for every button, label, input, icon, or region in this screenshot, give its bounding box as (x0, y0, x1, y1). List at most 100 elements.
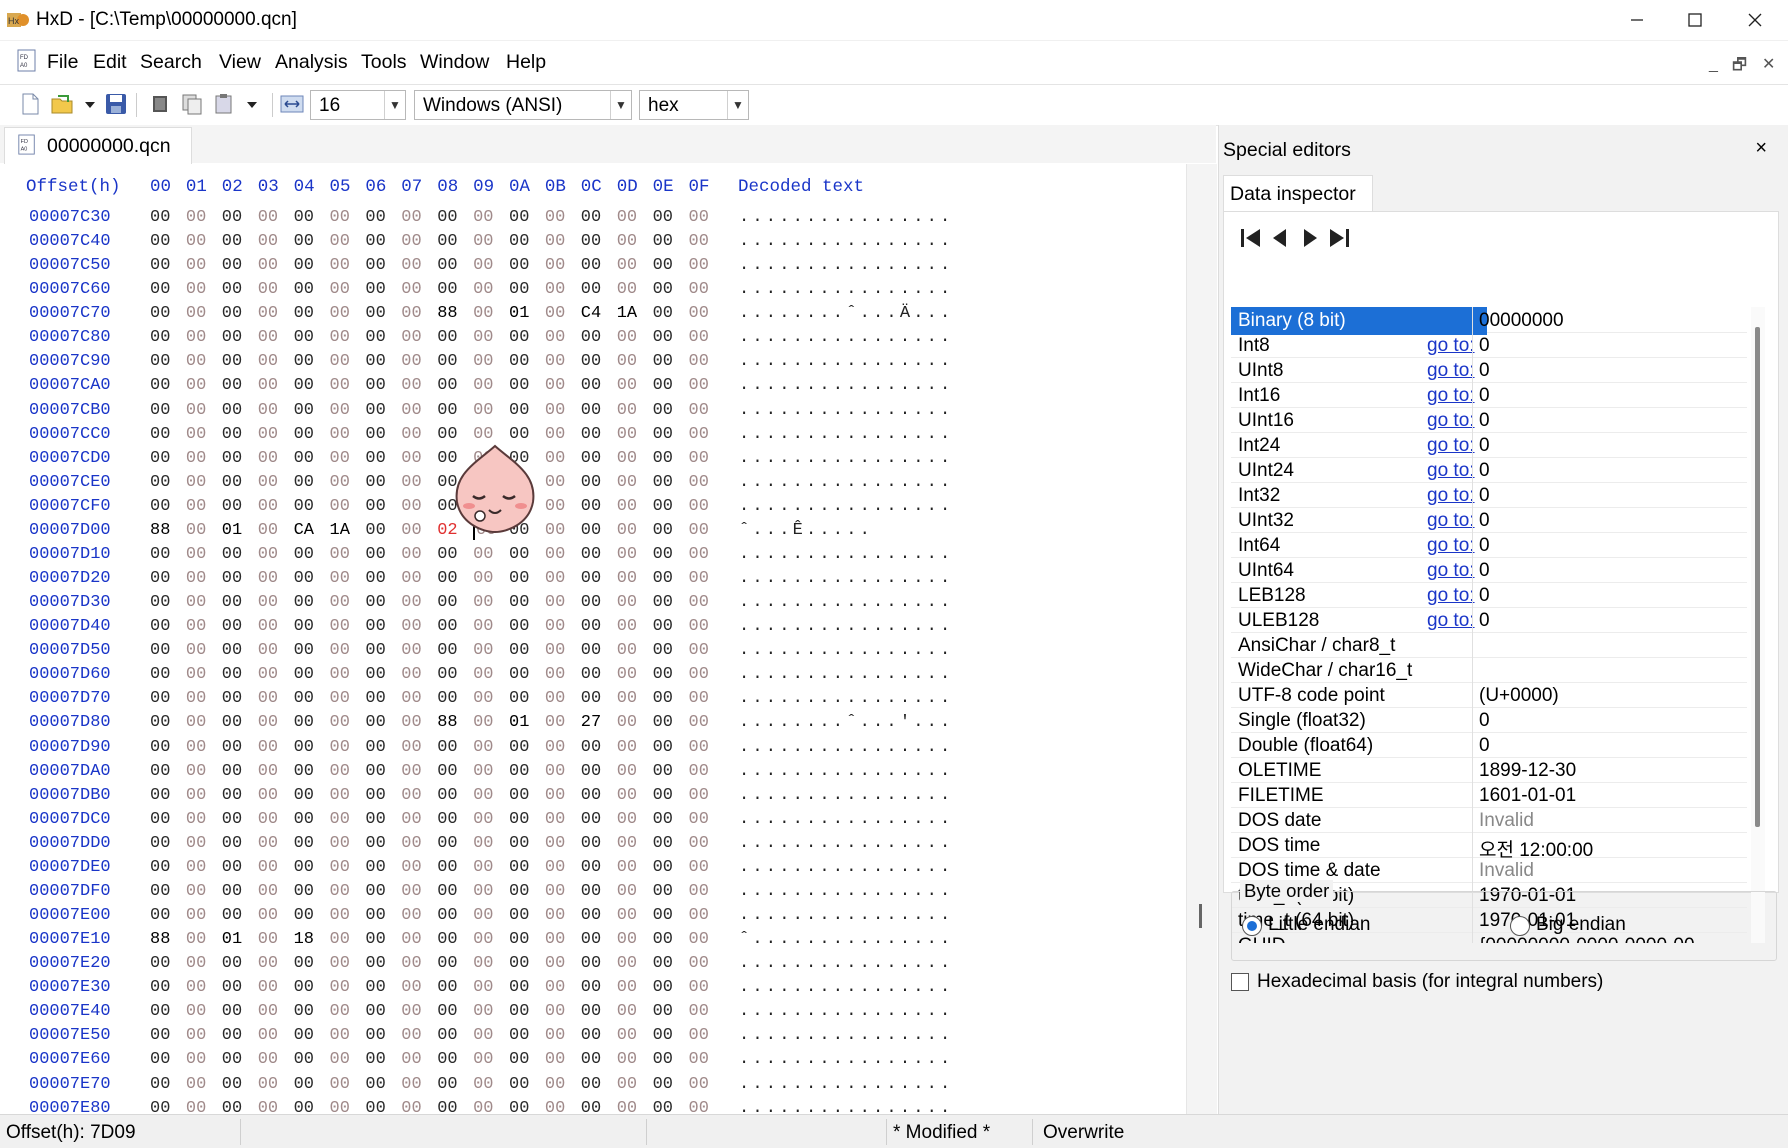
hex-byte[interactable]: 00 (509, 738, 529, 757)
hex-byte[interactable]: 00 (186, 617, 206, 636)
hex-byte[interactable]: 00 (186, 1002, 206, 1021)
mdi-restore-button[interactable]: 🗗 (1732, 54, 1747, 81)
hex-byte[interactable]: 00 (186, 1075, 206, 1094)
hex-byte[interactable]: 00 (186, 352, 206, 371)
hex-byte[interactable]: 00 (509, 930, 529, 949)
hex-byte[interactable]: 00 (258, 256, 278, 275)
mdi-minimize-button[interactable]: _ (1709, 56, 1718, 74)
charset-select[interactable]: Windows (ANSI) ▼ (414, 90, 632, 120)
hex-byte[interactable]: 00 (689, 713, 709, 732)
inspector-row[interactable]: Int8 go to: 0 (1231, 332, 1747, 358)
hex-byte[interactable]: 00 (689, 425, 709, 444)
hex-byte[interactable]: 00 (294, 401, 314, 420)
goto-link[interactable]: go to: (1427, 410, 1475, 432)
inspector-row[interactable]: DOS time 오전 12:00:00 (1231, 832, 1747, 861)
hex-byte[interactable]: 00 (509, 569, 529, 588)
inspector-row[interactable]: AnsiChar / char8_t (1231, 632, 1747, 658)
hex-byte[interactable]: 00 (689, 593, 709, 612)
hex-row[interactable]: 00007D60 00 00 00 00 00 00 00 00 00 00 00 00 00 00 00 00… (0, 665, 1186, 689)
hex-byte[interactable]: 00 (222, 569, 242, 588)
hex-byte[interactable]: 00 (401, 810, 421, 829)
hex-byte[interactable]: 00 (545, 593, 565, 612)
hex-byte[interactable]: 00 (365, 978, 385, 997)
hex-byte[interactable]: 00 (258, 834, 278, 853)
goto-link[interactable]: go to: (1427, 535, 1475, 557)
hex-byte[interactable]: 00 (401, 497, 421, 516)
inspector-value[interactable]: 오전 12:00:00 (1472, 832, 1747, 861)
decoded-text[interactable]: ................ (739, 665, 953, 684)
hex-byte[interactable]: 00 (294, 232, 314, 251)
inspector-value[interactable]: 0 (1472, 407, 1747, 432)
hex-byte[interactable]: 00 (294, 569, 314, 588)
goto-link[interactable]: go to: (1427, 435, 1475, 457)
hex-byte[interactable]: 00 (473, 906, 493, 925)
hex-byte[interactable]: 00 (150, 954, 170, 973)
hex-byte[interactable]: 00 (545, 280, 565, 299)
hex-byte[interactable]: 00 (581, 473, 601, 492)
hex-byte[interactable]: 00 (545, 569, 565, 588)
hex-byte[interactable]: 00 (509, 1099, 529, 1114)
hex-row[interactable]: 00007E60 00 00 00 00 00 00 00 00 00 00 00 00 00 00 00 00… (0, 1050, 1186, 1074)
hex-byte[interactable]: 00 (473, 834, 493, 853)
hex-byte[interactable]: 00 (330, 256, 350, 275)
hex-byte[interactable]: 00 (689, 521, 709, 540)
hex-byte[interactable]: 00 (509, 1075, 529, 1094)
goto-link[interactable]: go to: (1427, 385, 1475, 407)
hex-byte[interactable]: 00 (222, 304, 242, 323)
hex-byte[interactable]: 00 (437, 978, 457, 997)
hex-byte[interactable]: 00 (473, 208, 493, 227)
hex-byte[interactable]: 00 (617, 1026, 637, 1045)
inspector-value[interactable]: 1899-12-30 (1472, 757, 1747, 782)
hex-byte[interactable]: 00 (581, 593, 601, 612)
hex-byte[interactable]: 00 (186, 858, 206, 877)
hex-byte[interactable]: 00 (473, 858, 493, 877)
hex-byte[interactable]: 00 (258, 713, 278, 732)
hex-byte[interactable]: 00 (186, 569, 206, 588)
hex-byte[interactable]: 00 (581, 352, 601, 371)
paste-icon[interactable] (212, 92, 236, 116)
hex-byte[interactable]: 00 (330, 930, 350, 949)
hex-byte[interactable]: 00 (653, 1075, 673, 1094)
hex-byte[interactable]: 00 (689, 401, 709, 420)
hex-byte[interactable]: 00 (509, 762, 529, 781)
previous-icon[interactable] (1270, 226, 1290, 250)
hex-byte[interactable]: 00 (473, 593, 493, 612)
hex-byte[interactable]: 00 (330, 1002, 350, 1021)
inspector-row[interactable]: OLETIME 1899-12-30 (1231, 757, 1747, 783)
hex-row[interactable]: 00007E00 00 00 00 00 00 00 00 00 00 00 00 00 00 00 00 00… (0, 906, 1186, 930)
hex-byte[interactable]: 00 (365, 256, 385, 275)
hex-byte[interactable]: 00 (150, 569, 170, 588)
hex-byte[interactable]: 00 (258, 762, 278, 781)
hex-byte[interactable]: 00 (258, 1002, 278, 1021)
hex-byte[interactable]: 00 (186, 834, 206, 853)
hex-byte[interactable]: 00 (653, 978, 673, 997)
hex-byte[interactable]: 00 (186, 954, 206, 973)
hex-byte[interactable]: 00 (617, 256, 637, 275)
hex-byte[interactable]: 00 (473, 401, 493, 420)
open-file-icon[interactable] (50, 92, 74, 116)
next-icon[interactable] (1300, 226, 1320, 250)
hex-byte[interactable]: 00 (653, 473, 673, 492)
hex-byte[interactable]: 00 (617, 328, 637, 347)
hex-byte[interactable]: 00 (437, 328, 457, 347)
hex-byte[interactable]: 00 (653, 521, 673, 540)
hex-byte[interactable]: 00 (689, 1002, 709, 1021)
hex-byte[interactable]: 00 (222, 978, 242, 997)
hex-byte[interactable]: 00 (653, 256, 673, 275)
hex-byte[interactable]: 00 (653, 617, 673, 636)
decoded-text[interactable]: ................ (739, 376, 953, 395)
hex-byte[interactable]: 00 (186, 930, 206, 949)
hex-byte[interactable]: 00 (509, 1026, 529, 1045)
hex-byte[interactable]: 00 (401, 401, 421, 420)
hex-byte[interactable]: 00 (689, 689, 709, 708)
save-icon[interactable] (104, 92, 128, 116)
hex-byte[interactable]: 00 (330, 858, 350, 877)
inspector-scrollbar[interactable] (1751, 307, 1765, 943)
hex-byte[interactable]: 00 (689, 930, 709, 949)
goto-link[interactable]: go to: (1427, 510, 1475, 532)
hex-byte[interactable]: 00 (545, 232, 565, 251)
hex-byte[interactable]: 00 (401, 954, 421, 973)
hex-byte[interactable]: 00 (294, 208, 314, 227)
hex-byte[interactable]: 18 (294, 930, 314, 949)
hex-byte[interactable]: 00 (617, 1075, 637, 1094)
